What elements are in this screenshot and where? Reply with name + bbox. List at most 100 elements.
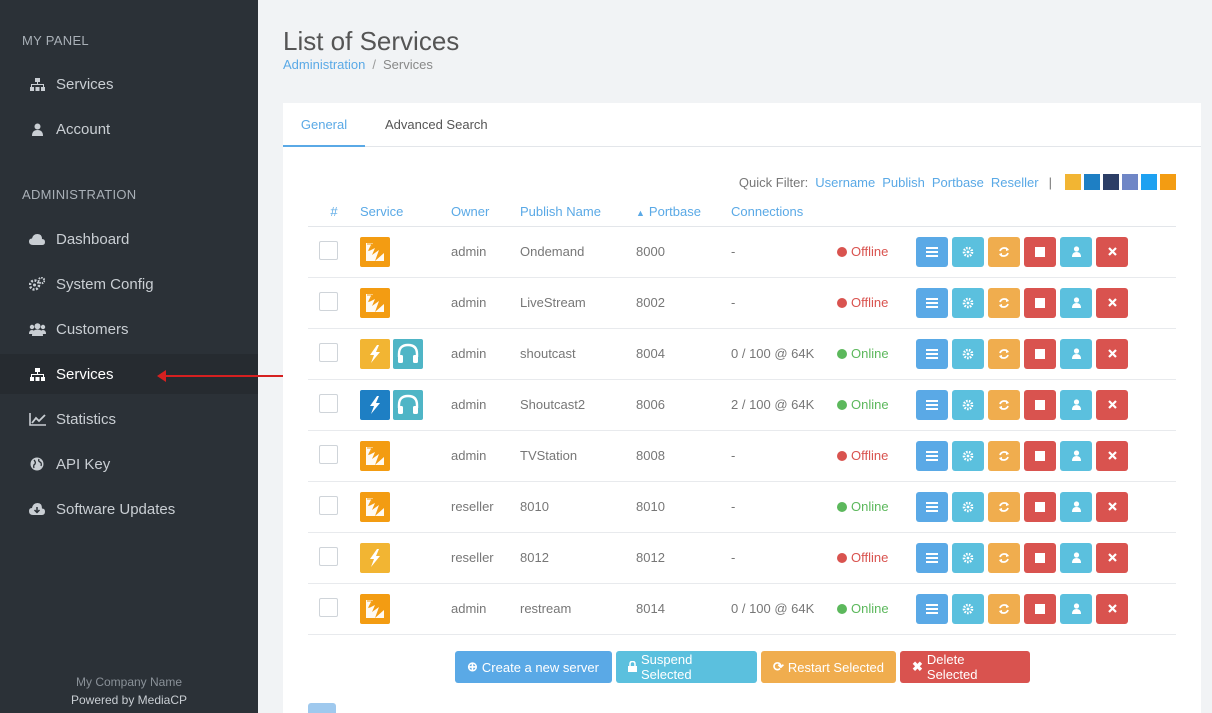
restart-button[interactable] xyxy=(988,491,1020,522)
settings-button[interactable] xyxy=(952,389,984,420)
restart-selected-button[interactable]: ⟳ Restart Selected xyxy=(761,651,896,683)
connections-cell: 2 / 100 @ 64K xyxy=(731,379,837,431)
quick-filter-reseller[interactable]: Reseller xyxy=(991,175,1039,190)
quick-filter-publish[interactable]: Publish xyxy=(882,175,925,190)
restart-button[interactable] xyxy=(988,389,1020,420)
shoutcast1-filter-icon[interactable] xyxy=(1065,174,1081,190)
row-checkbox[interactable] xyxy=(319,240,338,260)
owner-button[interactable] xyxy=(1060,287,1092,318)
sidebar-item-my-services[interactable]: Services xyxy=(0,64,258,104)
owner-button[interactable] xyxy=(1060,236,1092,267)
restart-button[interactable] xyxy=(988,287,1020,318)
service-icons xyxy=(360,338,451,369)
delete-button[interactable] xyxy=(1096,236,1128,267)
restart-button[interactable] xyxy=(988,542,1020,573)
restart-button[interactable] xyxy=(988,593,1020,624)
quick-filter-portbase[interactable]: Portbase xyxy=(932,175,984,190)
row-checkbox[interactable] xyxy=(319,393,338,413)
sidebar-item-api-key[interactable]: API Key xyxy=(0,444,258,484)
row-checkbox[interactable] xyxy=(319,495,338,515)
sidebar-item-services[interactable]: Services xyxy=(0,354,258,394)
service-icons xyxy=(360,542,451,573)
suspend-selected-button[interactable]: Suspend Selected xyxy=(616,651,757,683)
column-header-number[interactable]: # xyxy=(308,198,360,227)
menu-button[interactable] xyxy=(916,440,948,471)
status-dot-icon xyxy=(837,297,847,308)
delete-button[interactable] xyxy=(1096,491,1128,522)
delete-button[interactable] xyxy=(1096,593,1128,624)
menu-button[interactable] xyxy=(916,389,948,420)
row-checkbox[interactable] xyxy=(319,597,338,617)
shoutcast2-filter-icon[interactable] xyxy=(1084,174,1100,190)
delete-button[interactable] xyxy=(1096,287,1128,318)
plus-circle-icon: ⊕ xyxy=(467,659,478,674)
column-header-connections[interactable]: Connections xyxy=(731,198,837,227)
column-header-publish-name[interactable]: Publish Name xyxy=(520,198,636,227)
row-checkbox[interactable] xyxy=(319,546,338,566)
settings-button[interactable] xyxy=(952,542,984,573)
gear-icon xyxy=(962,399,974,410)
delete-button[interactable] xyxy=(1096,338,1128,369)
stop-button[interactable] xyxy=(1024,338,1056,369)
delete-button[interactable] xyxy=(1096,440,1128,471)
stop-button[interactable] xyxy=(1024,440,1056,471)
delete-selected-button[interactable]: ✖ Delete Selected xyxy=(900,651,1030,683)
stop-button[interactable] xyxy=(1024,593,1056,624)
restart-button[interactable] xyxy=(988,440,1020,471)
settings-button[interactable] xyxy=(952,491,984,522)
menu-button[interactable] xyxy=(916,593,948,624)
stop-button[interactable] xyxy=(1024,491,1056,522)
stop-button[interactable] xyxy=(1024,236,1056,267)
owner-button[interactable] xyxy=(1060,593,1092,624)
bars-icon xyxy=(926,501,938,512)
close-icon: ✖ xyxy=(912,659,923,674)
menu-button[interactable] xyxy=(916,287,948,318)
tab-general[interactable]: General xyxy=(283,103,365,147)
menu-button[interactable] xyxy=(916,236,948,267)
restart-button[interactable] xyxy=(988,236,1020,267)
settings-button[interactable] xyxy=(952,236,984,267)
menu-button[interactable] xyxy=(916,338,948,369)
owner-button[interactable] xyxy=(1060,491,1092,522)
breadcrumb-administration[interactable]: Administration xyxy=(283,57,365,72)
icecast-filter-icon[interactable] xyxy=(1103,174,1119,190)
sidebar-item-system-config[interactable]: System Config xyxy=(0,264,258,304)
stop-button[interactable] xyxy=(1024,287,1056,318)
sidebar-item-software-updates[interactable]: Software Updates xyxy=(0,489,258,529)
settings-button[interactable] xyxy=(952,440,984,471)
column-header-portbase[interactable]: ▲ Portbase xyxy=(636,198,731,227)
settings-button[interactable] xyxy=(952,338,984,369)
menu-button[interactable] xyxy=(916,542,948,573)
row-select-cell xyxy=(308,277,360,329)
sidebar-item-account[interactable]: Account xyxy=(0,109,258,149)
owner-button[interactable] xyxy=(1060,389,1092,420)
windows-media-filter-icon[interactable] xyxy=(1141,174,1157,190)
status-dot-icon xyxy=(837,552,847,563)
owner-button[interactable] xyxy=(1060,542,1092,573)
wowza-filter-icon[interactable] xyxy=(1160,174,1176,190)
delete-button[interactable] xyxy=(1096,542,1128,573)
quick-filter-username[interactable]: Username xyxy=(815,175,875,190)
scroll-to-top-button[interactable] xyxy=(308,703,336,713)
sidebar-item-dashboard[interactable]: Dashboard xyxy=(0,219,258,259)
restart-button[interactable] xyxy=(988,338,1020,369)
column-header-service[interactable]: Service xyxy=(360,198,451,227)
settings-button[interactable] xyxy=(952,287,984,318)
row-checkbox[interactable] xyxy=(319,444,338,464)
column-header-owner[interactable]: Owner xyxy=(451,198,520,227)
owner-button[interactable] xyxy=(1060,338,1092,369)
owner-button[interactable] xyxy=(1060,440,1092,471)
delete-button[interactable] xyxy=(1096,389,1128,420)
service-icons xyxy=(360,491,451,522)
stop-button[interactable] xyxy=(1024,389,1056,420)
row-checkbox[interactable] xyxy=(319,291,338,311)
sidebar-item-customers[interactable]: Customers xyxy=(0,309,258,349)
row-checkbox[interactable] xyxy=(319,342,338,362)
settings-button[interactable] xyxy=(952,593,984,624)
icecast-kh-filter-icon[interactable] xyxy=(1122,174,1138,190)
stop-button[interactable] xyxy=(1024,542,1056,573)
menu-button[interactable] xyxy=(916,491,948,522)
sidebar-item-statistics[interactable]: Statistics xyxy=(0,399,258,439)
tab-advanced-search[interactable]: Advanced Search xyxy=(385,103,488,147)
create-server-button[interactable]: ⊕ Create a new server xyxy=(455,651,612,683)
